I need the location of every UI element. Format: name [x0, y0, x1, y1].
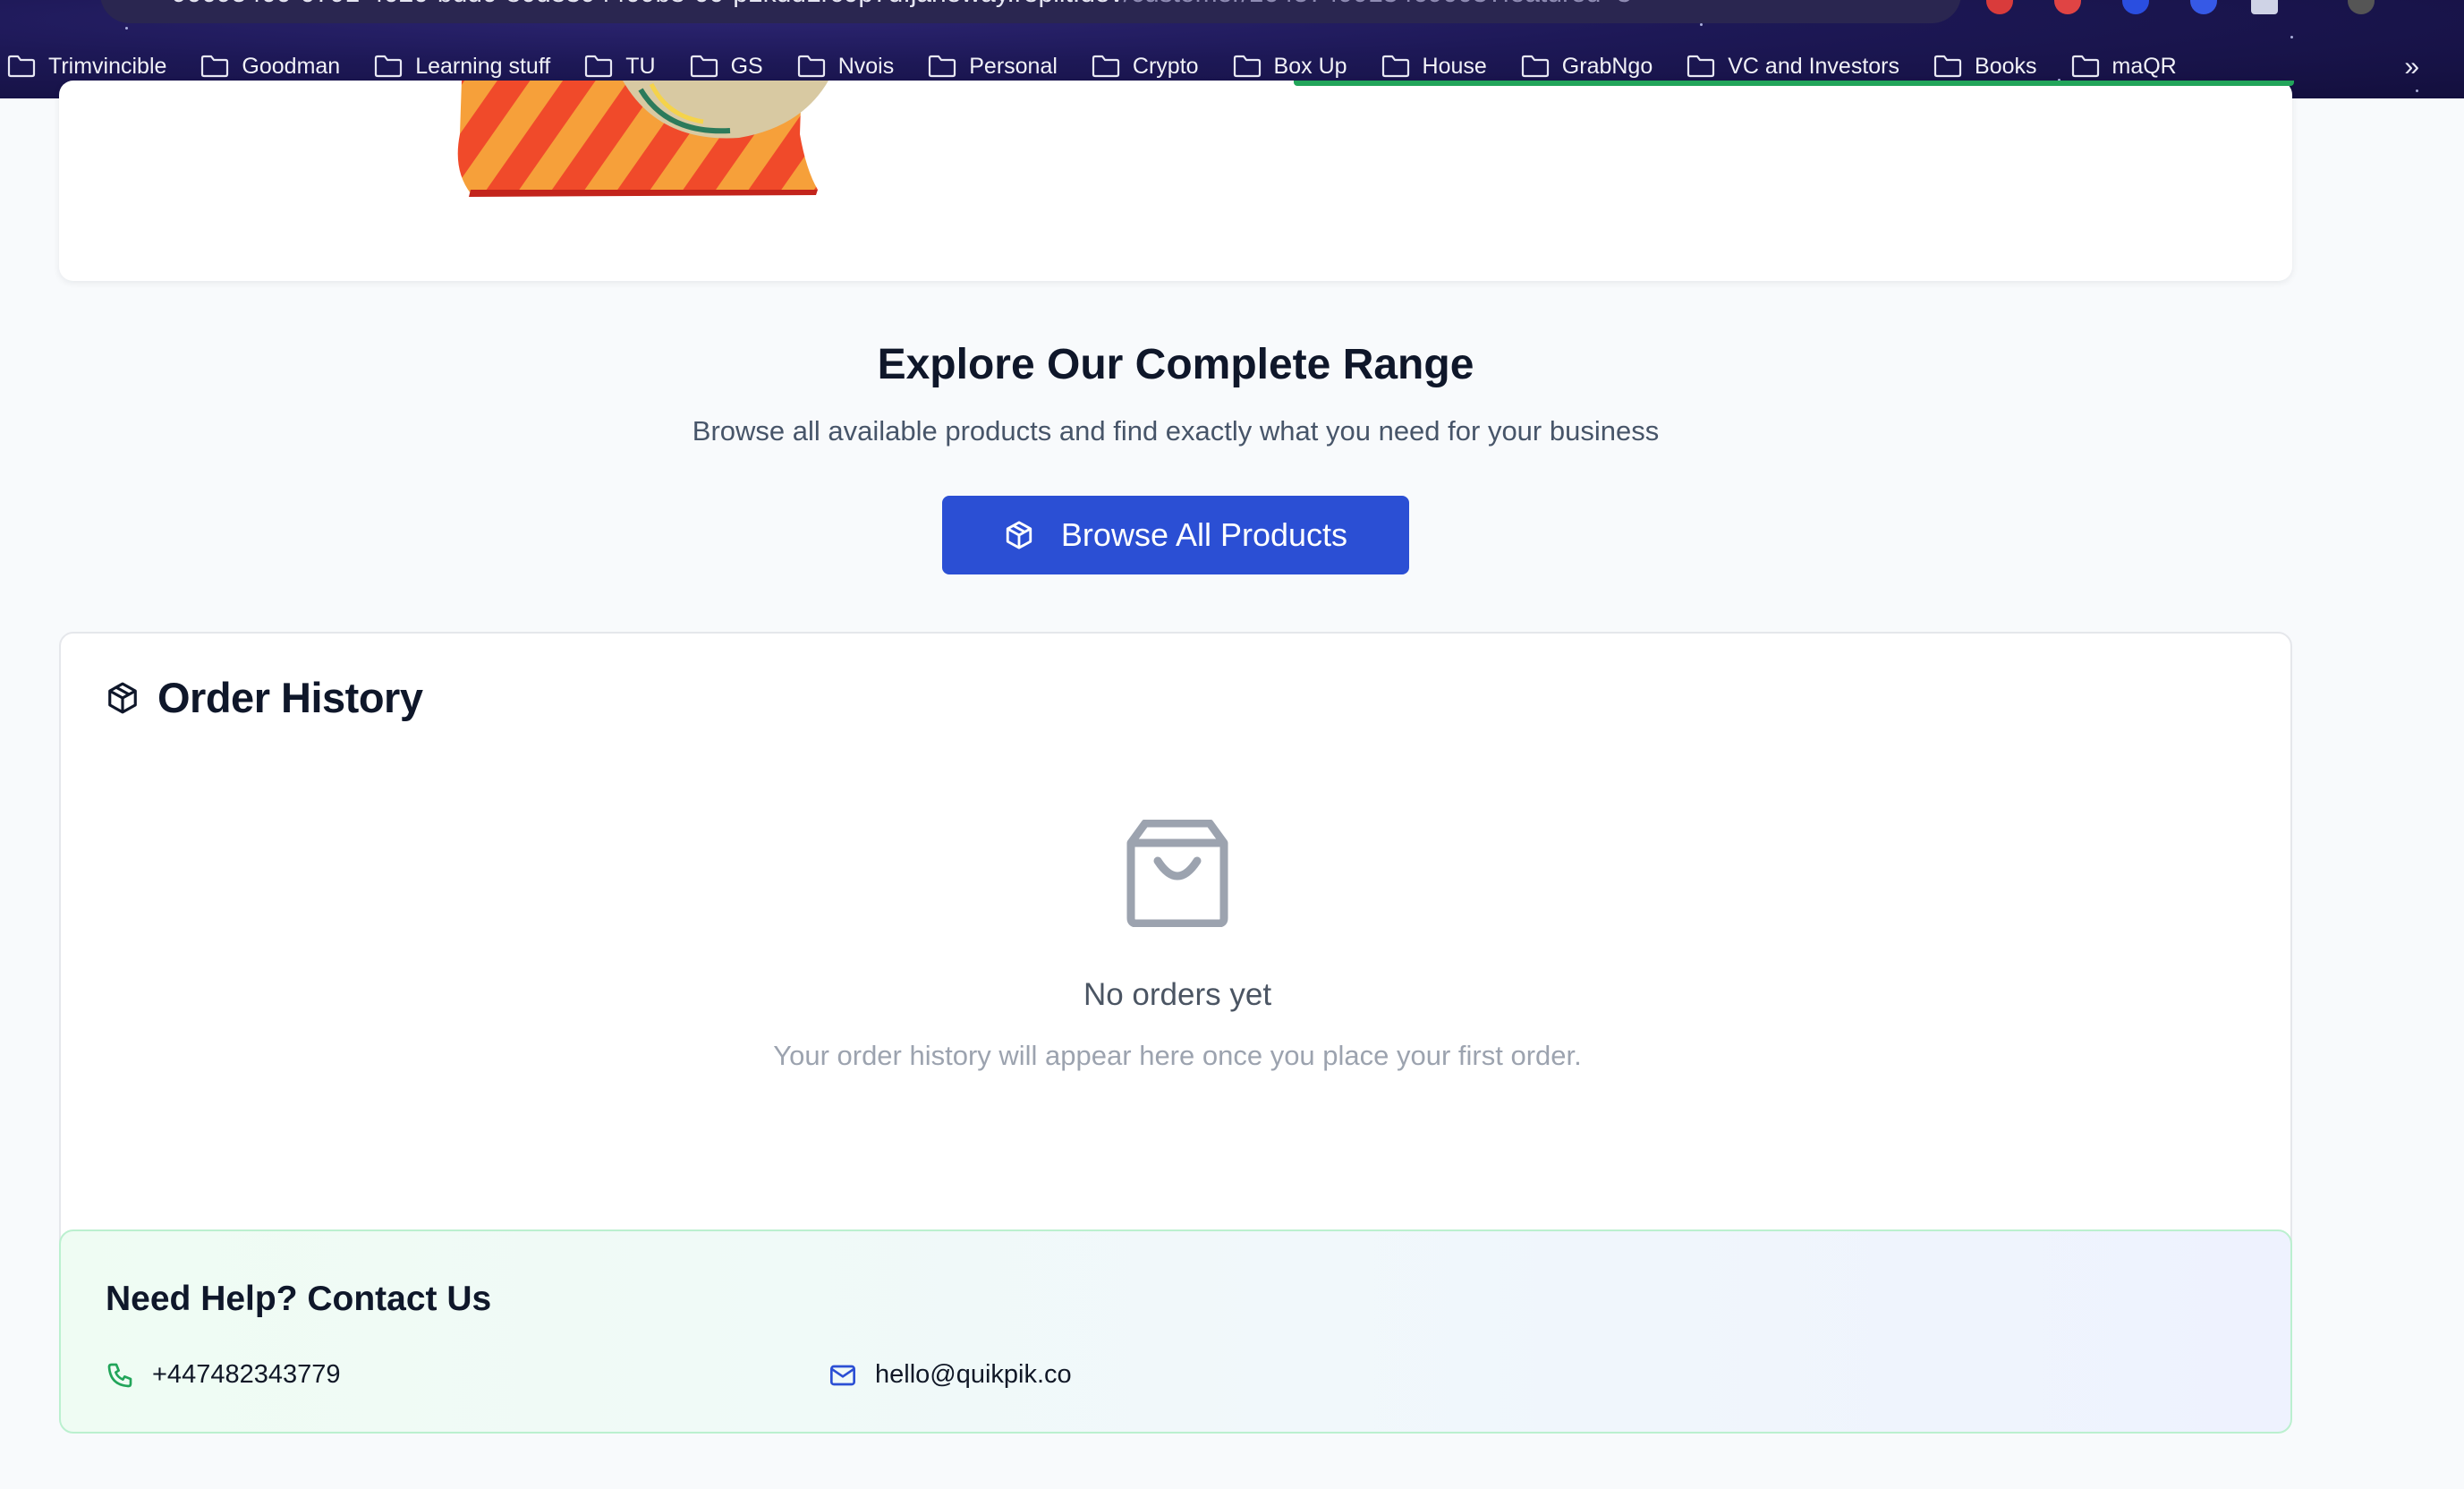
bookmark-label: House: [1422, 53, 1487, 79]
folder-icon: [375, 55, 403, 78]
bookmark-label: VC and Investors: [1728, 53, 1900, 79]
bookmark-item[interactable]: GS: [690, 54, 763, 80]
phone-contact[interactable]: +447482343779: [106, 1360, 340, 1390]
bookmark-label: Crypto: [1132, 53, 1199, 79]
folder-icon: [1233, 55, 1261, 78]
double-chevron-right-icon[interactable]: »: [2404, 52, 2419, 82]
decor-star: [125, 27, 128, 30]
bookmark-label: TU: [625, 53, 656, 79]
folder-icon: [201, 55, 229, 78]
bookmark-label: GrabNgo: [1561, 53, 1653, 79]
bookmark-label: Books: [1975, 53, 2037, 79]
folder-icon: [1521, 55, 1549, 78]
bookmark-label: Nvois: [837, 53, 895, 79]
folder-icon: [1092, 55, 1120, 78]
order-history-card: Order History No orders yet Your order h…: [59, 632, 2292, 1271]
url-bar[interactable]: 90095400-0791-4020-bdd0-80d8394409b8-00-…: [100, 0, 1961, 23]
phone-number: +447482343779: [152, 1360, 341, 1389]
bookmark-item[interactable]: Learning stuff: [374, 54, 550, 80]
shopping-bag-icon: [1126, 820, 1228, 927]
url-main: 90095400-0791-4020-bdd0-80d8394409b8-00-…: [172, 0, 1124, 8]
phone-icon: [107, 1363, 132, 1387]
avatar[interactable]: [2348, 0, 2375, 14]
bookmark-item[interactable]: TU: [584, 53, 656, 80]
empty-state-subtitle: Your order history will appear here once…: [773, 1040, 1582, 1071]
extension-icon[interactable]: [2122, 0, 2149, 14]
package-icon: [108, 682, 137, 713]
bookmark-label: Learning stuff: [415, 53, 551, 79]
decor-star: [1700, 23, 1703, 26]
email-contact[interactable]: hello@quikpik.co: [828, 1360, 1072, 1390]
browse-all-products-button[interactable]: Browse All Products: [942, 496, 1409, 574]
bookmark-label: Personal: [969, 53, 1058, 79]
extension-icon[interactable]: [2054, 0, 2081, 14]
decor-star: [2290, 36, 2293, 38]
bookmark-item[interactable]: House: [1381, 54, 1487, 80]
bookmark-item[interactable]: Box Up: [1233, 54, 1347, 80]
mail-icon: [830, 1365, 855, 1385]
bookmark-item[interactable]: Personal: [928, 54, 1058, 80]
explore-title: Explore Our Complete Range: [877, 341, 1474, 388]
folder-icon: [1933, 55, 1962, 78]
empty-state-title: No orders yet: [1083, 977, 1272, 1012]
folder-icon: [929, 55, 956, 78]
folder-icon: [2071, 55, 2099, 78]
email-address: hello@quikpik.co: [875, 1360, 1072, 1389]
bookmark-item[interactable]: GrabNgo: [1521, 54, 1653, 80]
product-bag-image: [457, 81, 828, 197]
bookmark-label: Trimvincible: [48, 53, 167, 79]
url-path: /customer/1645749913469003?featured=3: [1124, 0, 1632, 8]
folder-icon: [585, 55, 613, 78]
bookmark-item[interactable]: Books: [1933, 53, 2037, 80]
order-history-title: Order History: [157, 674, 423, 721]
extension-icon[interactable]: [2190, 0, 2217, 14]
explore-subtitle: Browse all available products and find e…: [692, 415, 1660, 447]
bookmark-item[interactable]: maQR: [2071, 54, 2177, 80]
bookmark-label: maQR: [2111, 53, 2177, 79]
folder-icon: [690, 55, 718, 78]
browse-button-label: Browse All Products: [1060, 516, 1348, 553]
package-icon: [1006, 521, 1032, 549]
bookmark-label: Box Up: [1273, 53, 1347, 79]
help-title: Need Help? Contact Us: [106, 1280, 492, 1318]
sidepanel-icon[interactable]: [2251, 0, 2278, 14]
bookmark-item[interactable]: Trimvincible: [7, 54, 166, 80]
folder-icon: [1687, 55, 1715, 78]
bookmark-item[interactable]: VC and Investors: [1687, 54, 1899, 80]
contact-help-card: Need Help? Contact Us +447482343779 hell…: [59, 1229, 2292, 1434]
bookmark-label: GS: [730, 53, 763, 79]
bookmark-label: Goodman: [242, 53, 341, 79]
page-content: Explore Our Complete Range Browse all av…: [0, 81, 2464, 1489]
folder-icon: [1381, 55, 1409, 78]
bookmark-item[interactable]: Nvois: [797, 53, 895, 80]
bookmark-item[interactable]: Goodman: [200, 54, 340, 80]
bookmark-item[interactable]: Crypto: [1092, 54, 1199, 80]
order-history-header: Order History: [106, 673, 423, 722]
folder-icon: [7, 55, 36, 78]
extension-icon[interactable]: [1986, 0, 2013, 14]
decor-star: [2416, 89, 2418, 92]
progress-bar-accent: [1294, 81, 2294, 86]
featured-product-card: [59, 81, 2294, 281]
folder-icon: [797, 55, 825, 78]
